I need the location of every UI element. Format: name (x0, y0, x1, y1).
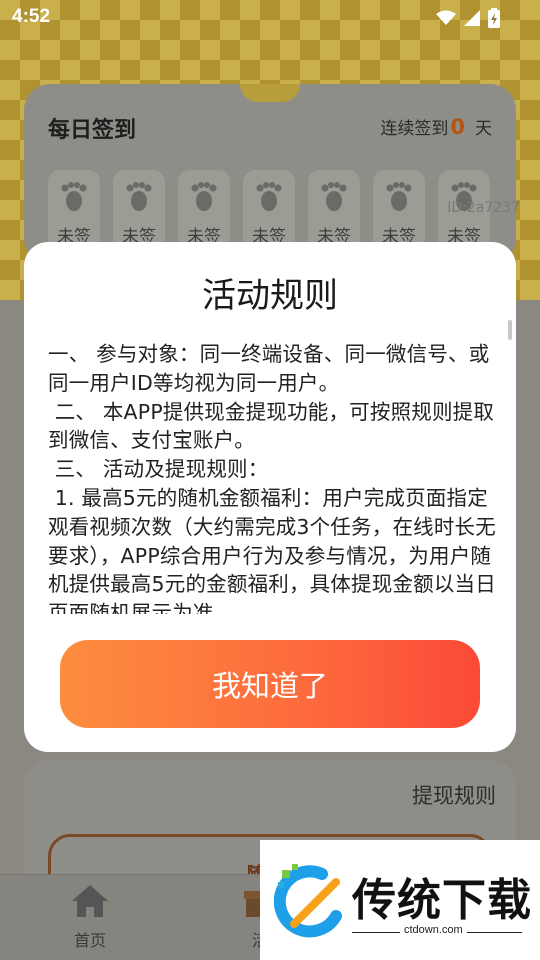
status-icons (436, 8, 500, 28)
rule-paragraph: 二、 本APP提供现金提现功能，可按照规则提取到微信、支付宝账户。 (48, 399, 495, 453)
status-bar: 4:52 (0, 0, 540, 36)
rule-paragraph: 一、 参与对象：同一终端设备、同一微信号、或同一用户ID等均视为同一用户。 (48, 342, 490, 395)
rule-paragraph: 三、 活动及提现规则： (48, 457, 269, 482)
rules-dialog: 活动规则 一、 参与对象：同一终端设备、同一微信号、或同一用户ID等均视为同一用… (24, 242, 516, 752)
signal-icon (464, 10, 480, 26)
dialog-title: 活动规则 (202, 276, 338, 316)
battery-charging-icon (488, 8, 500, 28)
rules-text[interactable]: 一、 参与对象：同一终端设备、同一微信号、或同一用户ID等均视为同一用户。 二、… (48, 340, 496, 614)
site-watermark: 传统下载 ctdown.com (260, 840, 540, 960)
confirm-button[interactable]: 我知道了 (60, 640, 480, 728)
wifi-icon (436, 10, 456, 26)
dialog-scrollbar[interactable] (508, 320, 512, 340)
watermark-url: ctdown.com (400, 924, 467, 936)
watermark-logo-icon (273, 860, 350, 944)
watermark-brand: 传统下载 (352, 875, 532, 926)
rule-paragraph: 1. 最高5元的随机金额福利：用户完成页面指定观看视频次数（大约需完成3个任务，… (48, 485, 496, 614)
status-time: 4:52 (12, 6, 51, 27)
